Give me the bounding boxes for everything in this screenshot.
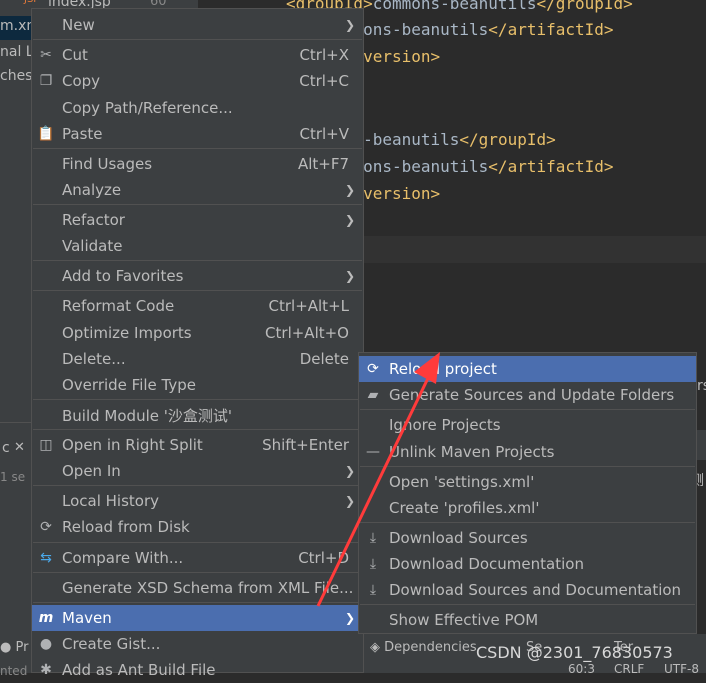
arrow-line	[316, 373, 432, 607]
watermark: CSDN @2301_76830573	[476, 643, 673, 662]
annotation-arrow	[316, 352, 440, 607]
